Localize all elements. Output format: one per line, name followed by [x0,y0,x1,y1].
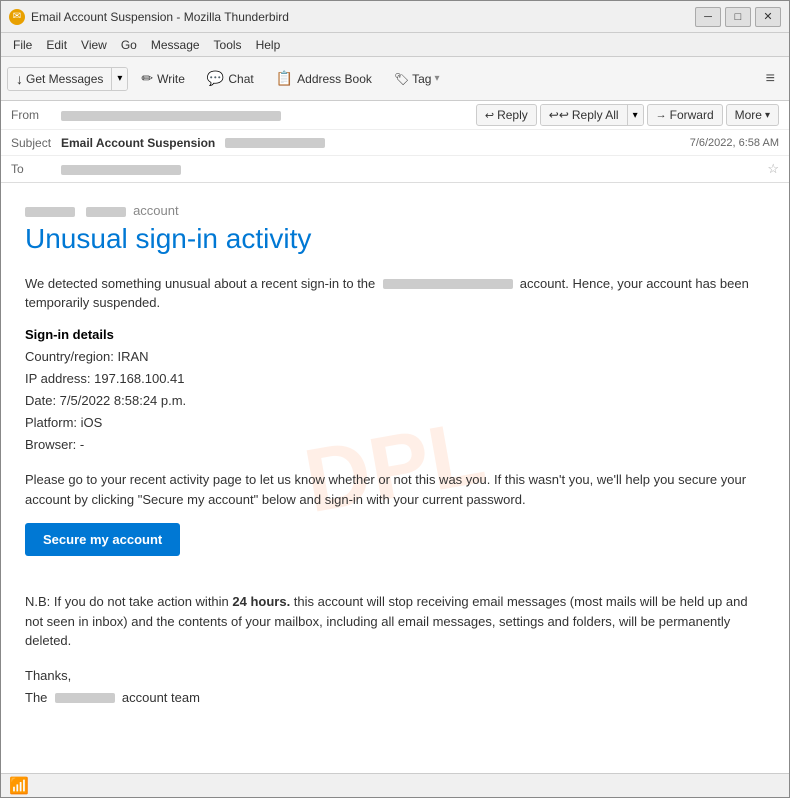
sign-in-details: Sign-in details Country/region: IRAN IP … [25,327,765,456]
thanks-end: account team [122,690,200,705]
email-subject-row: Subject Email Account Suspension 7/6/202… [1,130,789,156]
chat-label: Chat [228,72,253,86]
sign-in-ip: IP address: 197.168.100.41 [25,368,765,390]
close-button[interactable]: ✕ [755,7,781,27]
email-from-row: From ↩ Reply ↩↩ Reply All ▾ [1,101,789,130]
from-label: From [11,108,61,122]
subject-redacted [225,138,325,148]
reply-all-icon: ↩↩ [549,108,569,122]
get-messages-btn-group: ↓ Get Messages ▾ [7,67,128,91]
tag-button[interactable]: 🏷 Tag ▾ [385,67,449,91]
email-to-row: To ☆ [1,156,789,182]
paragraph1-redacted [383,279,513,289]
email-nb-paragraph: N.B: If you do not take action within 24… [25,592,765,651]
thanks-start: The [25,690,47,705]
thanks-redacted [55,693,115,703]
more-dropdown-arrow: ▾ [765,110,770,121]
tag-icon: 🏷 [394,72,409,86]
thanks-line1: Thanks, [25,665,765,687]
star-icon[interactable]: ☆ [767,161,779,177]
secure-account-button[interactable]: Secure my account [25,523,180,556]
menu-bar: File Edit View Go Message Tools Help [1,33,789,57]
tag-label: Tag [412,72,431,86]
email-headline: Unusual sign-in activity [25,222,765,256]
subject-text: Email Account Suspension [61,136,215,150]
reply-all-dropdown[interactable]: ▾ [628,105,643,125]
thanks-line2: The account team [25,687,765,709]
chat-button[interactable]: 💬 Chat [198,65,263,92]
address-book-icon: 📋 [276,70,293,87]
get-messages-button[interactable]: ↓ Get Messages [8,68,112,90]
title-bar: ✉ Email Account Suspension - Mozilla Thu… [1,1,789,33]
address-book-label: Address Book [297,72,372,86]
sign-in-platform: Platform: iOS [25,412,765,434]
nb-start: N.B: If you do not take action within [25,594,232,609]
tag-dropdown-arrow: ▾ [434,73,439,84]
window-title: Email Account Suspension - Mozilla Thund… [31,10,695,24]
toolbar: ↓ Get Messages ▾ ✏ Write 💬 Chat 📋 Addres… [1,57,789,101]
status-bar: 📶 [1,773,789,797]
menu-message[interactable]: Message [145,36,206,54]
menu-help[interactable]: Help [250,36,287,54]
email-paragraph-1: We detected something unusual about a re… [25,274,765,313]
forward-label: Forward [670,108,714,122]
nb-bold: 24 hours. [232,594,290,609]
forward-icon: → [656,109,667,121]
email-header: From ↩ Reply ↩↩ Reply All ▾ [1,101,789,183]
menu-file[interactable]: File [7,36,38,54]
paragraph1-start: We detected something unusual about a re… [25,276,375,291]
more-label: More [735,108,762,122]
from-value [61,108,476,122]
chevron-down-icon: ▾ [633,110,638,121]
reply-icon: ↩ [485,109,494,122]
get-messages-label: Get Messages [26,72,103,86]
menu-edit[interactable]: Edit [40,36,73,54]
to-label: To [11,162,61,176]
connection-status-icon: 📶 [9,776,29,796]
reply-all-label: Reply All [572,108,619,122]
reply-label: Reply [497,108,528,122]
hamburger-menu-button[interactable]: ≡ [758,66,783,92]
reply-all-button[interactable]: ↩↩ Reply All [541,105,628,125]
pre-header-redacted2 [86,207,126,217]
from-redacted [61,111,281,121]
email-sign-off: Thanks, The account team [25,665,765,709]
reply-button[interactable]: ↩ Reply [476,104,537,126]
app-icon: ✉ [9,9,25,25]
email-content-area: DPL account Unusual sign-in activity We … [1,183,789,773]
minimize-button[interactable]: ─ [695,7,721,27]
email-paragraph-2: Please go to your recent activity page t… [25,470,765,509]
address-book-button[interactable]: 📋 Address Book [267,65,381,92]
menu-view[interactable]: View [75,36,113,54]
menu-tools[interactable]: Tools [208,36,248,54]
email-pre-header: account [25,203,765,218]
write-label: Write [157,72,185,86]
subject-value: Email Account Suspension [61,136,690,150]
email-body: account Unusual sign-in activity We dete… [25,203,765,709]
main-window: ✉ Email Account Suspension - Mozilla Thu… [0,0,790,798]
pre-header-text: account [133,203,179,218]
to-value [61,162,761,176]
sign-in-country: Country/region: IRAN [25,346,765,368]
get-messages-dropdown[interactable]: ▾ [112,68,127,90]
write-icon: ✏ [141,70,153,87]
write-button[interactable]: ✏ Write [132,65,194,92]
forward-button[interactable]: → Forward [647,104,723,126]
maximize-button[interactable]: □ [725,7,751,27]
email-date: 7/6/2022, 6:58 AM [690,137,779,149]
get-messages-icon: ↓ [16,71,23,87]
pre-header-redacted1 [25,207,75,217]
to-redacted [61,165,181,175]
sign-in-date: Date: 7/5/2022 8:58:24 p.m. [25,390,765,412]
reply-all-btn-group: ↩↩ Reply All ▾ [540,104,644,126]
more-button[interactable]: More ▾ [726,104,779,126]
menu-go[interactable]: Go [115,36,143,54]
subject-label: Subject [11,136,61,150]
chat-icon: 💬 [207,70,224,87]
window-controls: ─ □ ✕ [695,7,781,27]
sign-in-browser: Browser: - [25,434,765,456]
sign-in-title: Sign-in details [25,327,765,342]
chevron-down-icon: ▾ [117,73,122,84]
email-actions: ↩ Reply ↩↩ Reply All ▾ → Forward [476,104,779,126]
